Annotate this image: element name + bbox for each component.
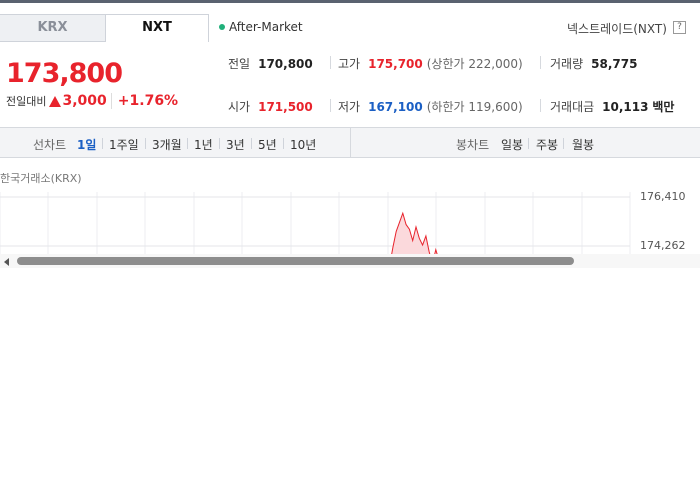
stat-label: 전일 <box>228 57 251 71</box>
menu-divider <box>350 128 351 157</box>
period-1y[interactable]: 1년 <box>194 136 213 153</box>
stat-value: 171,500 <box>258 100 313 114</box>
current-price: 173,800 <box>6 58 123 89</box>
menu-sep <box>102 138 103 149</box>
help-icon[interactable]: ? <box>673 21 686 34</box>
menu-sep <box>145 138 146 149</box>
stat-limit: (상한가 222,000) <box>426 57 523 71</box>
line-chart-label: 선차트 <box>33 138 67 152</box>
period-3y[interactable]: 3년 <box>226 136 245 153</box>
y-tick-label: 176,410 <box>640 190 686 203</box>
session-dot-icon <box>219 23 225 30</box>
top-border <box>0 0 700 3</box>
period-5y[interactable]: 5년 <box>258 136 277 153</box>
candle-monthly[interactable]: 월봉 <box>572 136 594 153</box>
chart-menu-bar: 선차트 1일 1주일 3개월 1년 3년 5년 10년 봉차트 일봉 주봉 월봉 <box>0 127 700 158</box>
candle-weekly[interactable]: 주봉 <box>536 136 558 153</box>
change-percent: +1.76% <box>110 93 179 109</box>
tab-krx[interactable]: KRX <box>0 14 105 42</box>
candle-daily[interactable]: 일봉 <box>501 136 523 153</box>
candle-chart-label: 봉차트 <box>456 138 490 152</box>
stat-value: 10,113 <box>602 100 649 114</box>
tab-nxt[interactable]: NXT <box>105 14 209 42</box>
scroll-thumb[interactable] <box>17 257 574 265</box>
change-amount: 3,000 <box>62 93 107 109</box>
period-1w[interactable]: 1주일 <box>109 136 139 153</box>
intraday-chart[interactable] <box>0 192 700 254</box>
session-status: After-Market <box>219 20 303 34</box>
stat-label: 시가 <box>228 100 251 114</box>
stat-value: 58,775 <box>591 57 638 71</box>
scroll-left-icon[interactable] <box>4 258 9 266</box>
chart-exchange-label: 한국거래소(KRX) <box>0 172 82 185</box>
stat-prev-close: 전일 170,800 <box>228 55 313 72</box>
menu-sep <box>528 138 529 149</box>
price-change: 전일대비 3,000 +1.76% <box>6 93 179 109</box>
stat-open: 시가 171,500 <box>228 98 313 115</box>
period-3m[interactable]: 3개월 <box>152 136 182 153</box>
session-label: After-Market <box>229 20 303 34</box>
menu-sep <box>563 138 564 149</box>
stat-unit: 백만 <box>652 100 675 114</box>
price-area <box>383 213 492 254</box>
period-10y[interactable]: 10년 <box>290 136 316 153</box>
change-label: 전일대비 <box>6 95 47 108</box>
stat-value: 167,100 <box>368 100 423 114</box>
menu-sep <box>219 138 220 149</box>
period-1d[interactable]: 1일 <box>77 136 96 153</box>
stat-label: 고가 <box>338 57 361 71</box>
menu-sep <box>187 138 188 149</box>
stat-value: 175,700 <box>368 57 423 71</box>
menu-sep <box>251 138 252 149</box>
stat-low: 저가 167,100 (하한가 119,600) <box>338 98 523 115</box>
stat-high: 고가 175,700 (상한가 222,000) <box>338 55 523 72</box>
chart-svg <box>0 192 631 254</box>
divider <box>540 56 541 69</box>
market-link[interactable]: 넥스트레이드(NXT) <box>567 20 667 37</box>
stat-label: 저가 <box>338 100 361 114</box>
stat-label: 거래량 <box>550 57 584 71</box>
menu-sep <box>283 138 284 149</box>
stat-amount: 거래대금 10,113 백만 <box>550 98 674 115</box>
divider <box>330 56 331 69</box>
up-triangle-icon <box>49 95 62 107</box>
stat-label: 거래대금 <box>550 100 595 114</box>
stat-limit: (하한가 119,600) <box>426 100 523 114</box>
y-tick-label: 174,262 <box>640 239 686 252</box>
divider <box>330 99 331 112</box>
stat-volume: 거래량 58,775 <box>550 55 637 72</box>
divider <box>540 99 541 112</box>
stat-value: 170,800 <box>258 57 313 71</box>
